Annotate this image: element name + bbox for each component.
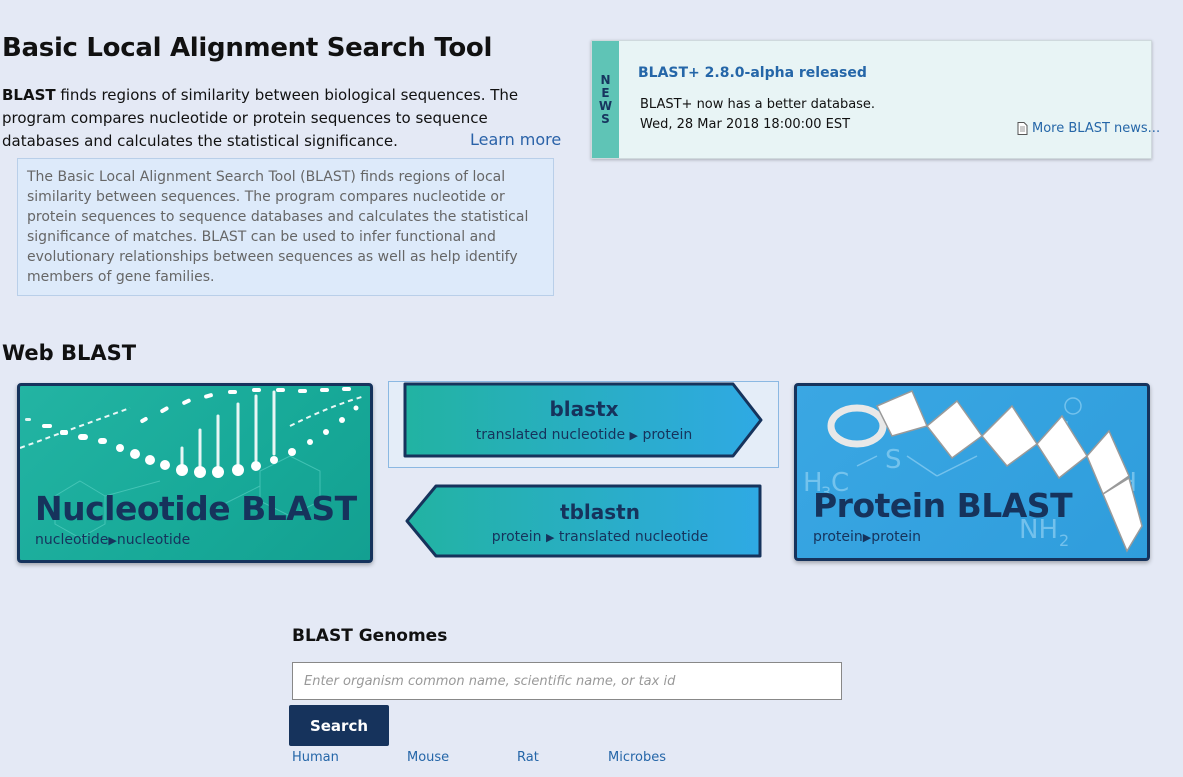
page-title: Basic Local Alignment Search Tool — [2, 33, 493, 63]
news-date: Wed, 28 Mar 2018 18:00:00 EST — [640, 117, 851, 132]
news-letter: N — [600, 72, 611, 87]
more-news-link[interactable]: More BLAST news... — [1017, 121, 1160, 136]
input-type-label: translated nucleotide — [475, 427, 626, 443]
protein-blast-title: Protein BLAST — [813, 486, 1073, 525]
intro-rest: finds regions of similarity between biol… — [2, 86, 519, 150]
genome-link-human[interactable]: Human — [292, 750, 339, 765]
input-type-label: nucleotide — [35, 532, 109, 548]
output-type-label: protein — [642, 427, 693, 443]
description-box: The Basic Local Alignment Search Tool (B… — [17, 158, 554, 296]
news-body-line: BLAST+ now has a better database. — [640, 97, 876, 112]
search-button[interactable]: Search — [289, 705, 389, 746]
svg-text:S: S — [885, 445, 902, 475]
tblastn-name: tblastn — [560, 500, 640, 524]
protein-blast-subtitle: protein▶protein — [813, 529, 921, 545]
tblastn-button[interactable]: tblastn protein ▶ translated nucleotide — [404, 484, 764, 562]
output-type-label: translated nucleotide — [558, 529, 709, 545]
more-news-label: More BLAST news... — [1032, 121, 1161, 136]
news-letter: S — [601, 111, 610, 126]
genome-link-mouse[interactable]: Mouse — [407, 750, 449, 765]
arrow-icon: ▶ — [108, 534, 117, 547]
arrow-icon: ▶ — [862, 531, 872, 544]
genome-link-microbes[interactable]: Microbes — [608, 750, 666, 765]
protein-blast-card[interactable]: H3C S OH NH2 Protein BLAST protein▶prote… — [794, 383, 1150, 561]
news-letter: E — [601, 85, 610, 100]
web-blast-title: Web BLAST — [2, 341, 137, 365]
intro-bold: BLAST — [2, 86, 56, 104]
nucleotide-blast-card[interactable]: Nucleotide BLAST nucleotide▶nucleotide — [17, 383, 373, 563]
organism-search-input[interactable] — [292, 662, 842, 700]
svg-text:2: 2 — [1059, 531, 1069, 550]
genomes-title: BLAST Genomes — [292, 626, 448, 646]
output-type-label: protein — [871, 529, 921, 545]
learn-more-link[interactable]: Learn more — [470, 130, 561, 149]
news-body: BLAST+ now has a better database. Wed, 2… — [640, 95, 875, 135]
document-icon — [1017, 122, 1028, 135]
input-type-label: protein — [813, 529, 863, 545]
nucleotide-blast-title: Nucleotide BLAST — [35, 489, 357, 528]
news-tab: N E W S — [592, 41, 619, 158]
arrow-icon: ▶ — [629, 429, 638, 442]
blastx-subtitle: translated nucleotide ▶ protein — [403, 427, 765, 443]
genome-link-rat[interactable]: Rat — [517, 750, 539, 765]
news-headline-link[interactable]: BLAST+ 2.8.0-alpha released — [638, 65, 867, 81]
arrow-icon: ▶ — [546, 531, 555, 544]
blastx-container: blastx translated nucleotide ▶ protein — [388, 381, 779, 468]
nucleotide-blast-subtitle: nucleotide▶nucleotide — [35, 532, 190, 548]
output-type-label: nucleotide — [116, 532, 191, 548]
news-letter: W — [598, 98, 613, 113]
input-type-label: protein — [491, 529, 542, 545]
news-panel: N E W S BLAST+ 2.8.0-alpha released BLAS… — [591, 40, 1160, 159]
tblastn-subtitle: protein ▶ translated nucleotide — [420, 529, 780, 545]
blastx-name: blastx — [549, 397, 619, 421]
blastx-button[interactable]: blastx translated nucleotide ▶ protein — [403, 382, 765, 462]
right-arrow-shape — [403, 382, 763, 458]
